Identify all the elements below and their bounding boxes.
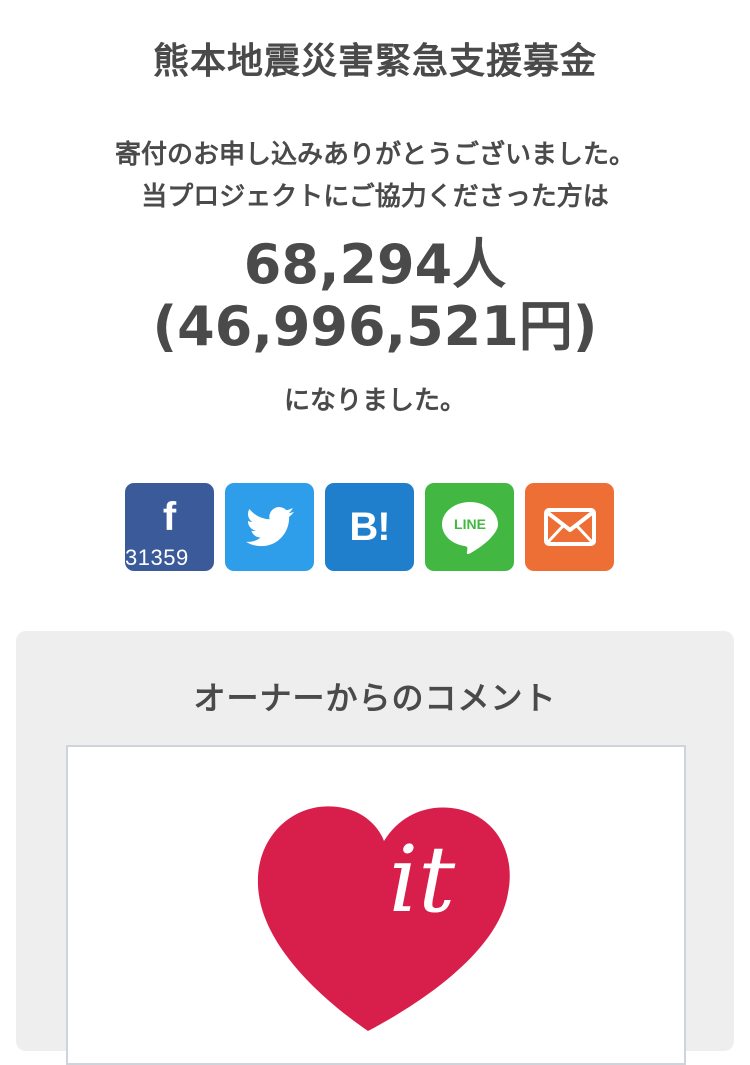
twitter-bird-icon — [245, 507, 294, 547]
mail-share-button[interactable] — [525, 483, 614, 571]
line-label: LINE — [454, 516, 486, 532]
logo-text: it — [389, 826, 456, 933]
facebook-share-button[interactable]: f 31359 — [125, 483, 214, 571]
donation-complete-page: 熊本地震災害緊急支援募金 寄付のお申し込みありがとうございました。 当プロジェク… — [0, 0, 750, 1065]
page-title: 熊本地震災害緊急支援募金 — [152, 41, 597, 82]
thanks-message: 寄付のお申し込みありがとうございました。 当プロジェクトにご協力くださった方は — [0, 134, 750, 218]
mail-envelope-icon — [543, 508, 596, 546]
line-share-button[interactable]: LINE — [425, 483, 514, 571]
line-icon: LINE — [441, 502, 498, 554]
thanks-line-1: 寄付のお申し込みありがとうございました。 — [114, 140, 635, 170]
thanks-line-2: 当プロジェクトにご協力くださった方は — [141, 182, 609, 212]
outro-message: になりました。 — [283, 386, 466, 416]
hatena-bookmark-button[interactable]: B! — [325, 483, 414, 571]
owner-comment-card: it — [66, 745, 686, 1065]
supporters-number: 68,294人 — [243, 233, 507, 296]
share-buttons: f 31359 B! LINE — [125, 483, 614, 571]
supporter-count: 68,294人 (46,996,521円) — [0, 234, 750, 358]
owner-comment-heading: オーナーからのコメント — [193, 679, 557, 717]
hatena-bookmark-icon: B! — [349, 504, 390, 549]
owner-comment-panel: オーナーからのコメント it — [16, 631, 734, 1065]
facebook-icon: f — [162, 495, 177, 539]
twitter-share-button[interactable] — [225, 483, 314, 571]
facebook-share-count: 31359 — [125, 545, 189, 570]
donation-amount: (46,996,521円) — [152, 295, 598, 358]
heart-logo-icon: it — [250, 793, 520, 1047]
